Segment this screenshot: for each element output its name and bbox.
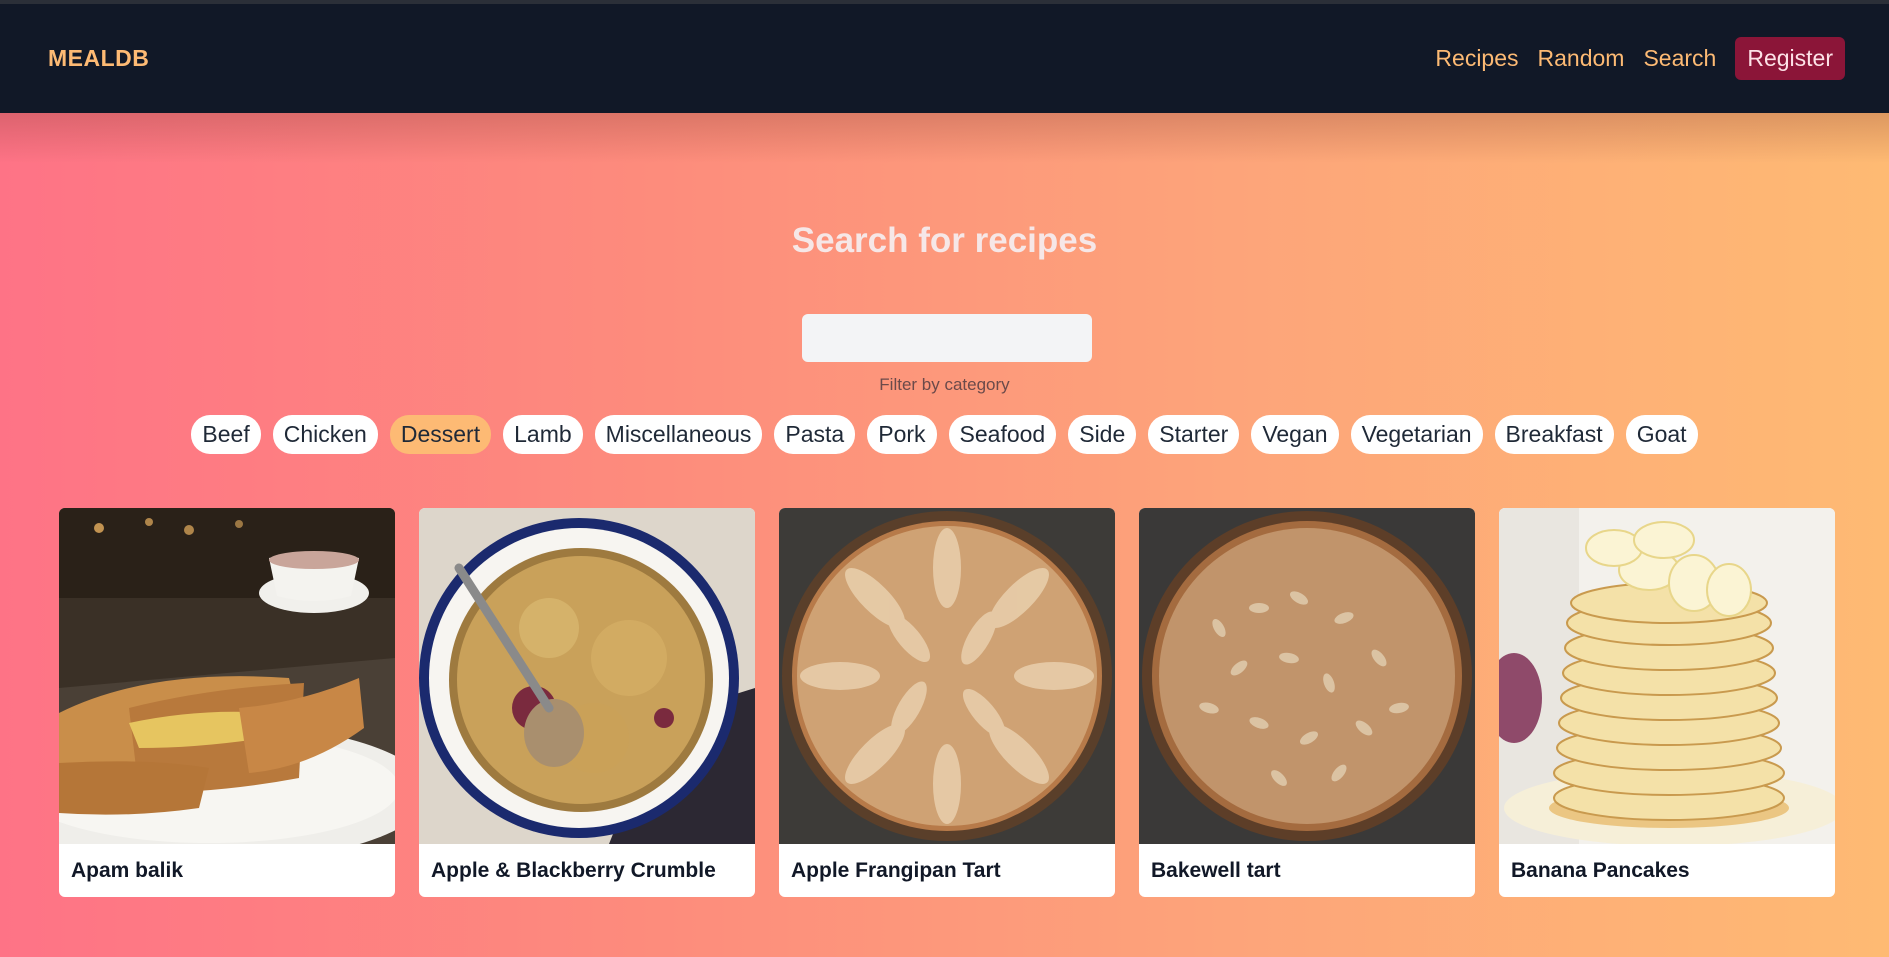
category-chip-pasta[interactable]: Pasta [774,415,856,454]
page-title: Search for recipes [791,221,1098,260]
frangipan-tart-photo[interactable] [779,508,1115,844]
apam-balik-photo[interactable] [59,508,395,844]
recipe-title: Apple Frangipan Tart [791,858,1001,882]
category-chip-dessert[interactable]: Dessert [389,415,492,454]
recipe-title: Banana Pancakes [1511,858,1690,882]
category-chip-vegan[interactable]: Vegan [1251,415,1339,454]
nav-link-recipes[interactable]: Recipes [1435,45,1518,72]
register-button[interactable]: Register [1735,37,1845,80]
category-chip-side[interactable]: Side [1068,415,1137,454]
nav-link-random[interactable]: Random [1538,45,1625,72]
category-chip-beef[interactable]: Beef [191,415,261,454]
category-chip-vegetarian[interactable]: Vegetarian [1350,415,1483,454]
category-chip-breakfast[interactable]: Breakfast [1494,415,1614,454]
category-chip-starter[interactable]: Starter [1148,415,1240,454]
nav-link-search[interactable]: Search [1643,45,1716,72]
crumble-photo[interactable] [419,508,755,844]
recipe-title: Bakewell tart [1151,858,1281,882]
category-chip-chicken[interactable]: Chicken [272,415,378,454]
main-content: Search for recipes Filter by category Be… [0,113,1889,957]
brand-logo[interactable]: MEALDB [48,45,149,72]
recipe-card[interactable]: Banana Pancakes [1499,508,1835,897]
category-chip-goat[interactable]: Goat [1625,415,1698,454]
recipe-title: Apple & Blackberry Crumble [431,858,716,882]
banana-pancakes-photo[interactable] [1499,508,1835,844]
recipe-card[interactable]: Apam balik [59,508,395,897]
navbar: MEALDB Recipes Random Search Register [0,4,1889,113]
nav-links: Recipes Random Search Register [1435,37,1845,80]
recipe-title: Apam balik [71,858,184,882]
recipe-grid: Apam balik Apple & Blackberry Crumble Ap… [59,508,1836,897]
bakewell-tart-photo[interactable] [1139,508,1475,844]
category-chip-seafood[interactable]: Seafood [948,415,1057,454]
category-chip-lamb[interactable]: Lamb [503,415,583,454]
recipe-card[interactable]: Apple & Blackberry Crumble [419,508,755,897]
recipe-card[interactable]: Apple Frangipan Tart [779,508,1115,897]
filter-label: Filter by category [879,375,1010,394]
header-shadow [0,113,1889,163]
category-chip-pork[interactable]: Pork [867,415,937,454]
recipe-card[interactable]: Bakewell tart [1139,508,1475,897]
category-chip-miscellaneous[interactable]: Miscellaneous [594,415,763,454]
search-input[interactable] [802,314,1092,362]
category-chips: Beef Chicken Dessert Lamb Miscellaneous … [0,415,1889,454]
